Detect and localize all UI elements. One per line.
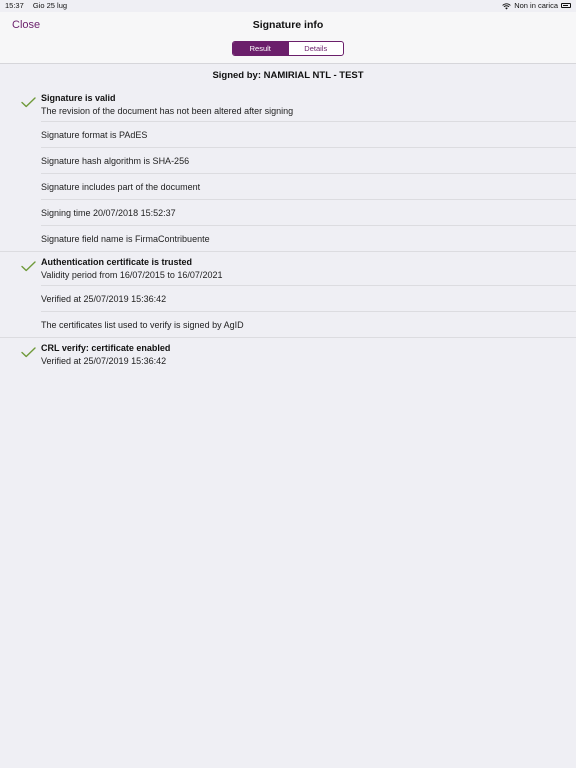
wifi-icon (502, 2, 511, 9)
list-item: The certificates list used to verify is … (0, 312, 576, 338)
crl-verify-row: CRL verify: certificate enabled Verified… (0, 338, 576, 372)
list-item: Signature format is PAdES (0, 122, 576, 148)
row-subtitle: Validity period from 16/07/2015 to 16/07… (41, 270, 223, 280)
list-item: Signature includes part of the document (0, 174, 576, 200)
result-details-segmented-control: Result Details (232, 41, 344, 56)
navigation-bar: Close Signature info Result Details (0, 12, 576, 64)
checkmark-icon (21, 347, 36, 358)
tab-result[interactable]: Result (233, 42, 288, 55)
page-title: Signature info (252, 19, 324, 31)
status-bar-right: Non in carica (502, 0, 558, 12)
row-text: Signature field name is FirmaContribuent… (41, 234, 210, 244)
signature-valid-row: Signature is valid The revision of the d… (0, 88, 576, 122)
row-text: The certificates list used to verify is … (41, 320, 244, 330)
list-item: Signature field name is FirmaContribuent… (0, 226, 576, 252)
row-text: Signing time 20/07/2018 15:52:37 (41, 208, 176, 218)
row-subtitle: The revision of the document has not bee… (41, 106, 294, 116)
signature-result-list: Signature is valid The revision of the d… (0, 88, 576, 372)
tab-details[interactable]: Details (287, 42, 344, 55)
signer-title: Signed by: NAMIRIAL NTL - TEST (212, 70, 364, 81)
row-text: Verified at 25/07/2019 15:36:42 (41, 294, 167, 304)
row-subtitle: Verified at 25/07/2019 15:36:42 (41, 356, 167, 366)
list-item: Signature hash algorithm is SHA-256 (0, 148, 576, 174)
status-bar: 15:37 Gio 25 lug Non in carica (0, 0, 576, 12)
row-title: CRL verify: certificate enabled (41, 343, 171, 353)
row-text: Signature hash algorithm is SHA-256 (41, 156, 190, 166)
list-item: Verified at 25/07/2019 15:36:42 (0, 286, 576, 312)
row-title: Authentication certificate is trusted (41, 257, 193, 267)
status-date: Gio 25 lug (32, 1, 68, 10)
row-title: Signature is valid (41, 93, 116, 103)
battery-icon (561, 3, 571, 8)
checkmark-icon (21, 261, 36, 272)
row-text: Signature includes part of the document (41, 182, 201, 192)
status-time: 15:37 (5, 1, 24, 10)
checkmark-icon (21, 97, 36, 108)
charging-status-text: Non in carica (514, 1, 558, 10)
certificate-trusted-row: Authentication certificate is trusted Va… (0, 252, 576, 286)
list-item: Signing time 20/07/2018 15:52:37 (0, 200, 576, 226)
status-bar-left: 15:37 Gio 25 lug (5, 0, 67, 12)
row-text: Signature format is PAdES (41, 130, 148, 140)
